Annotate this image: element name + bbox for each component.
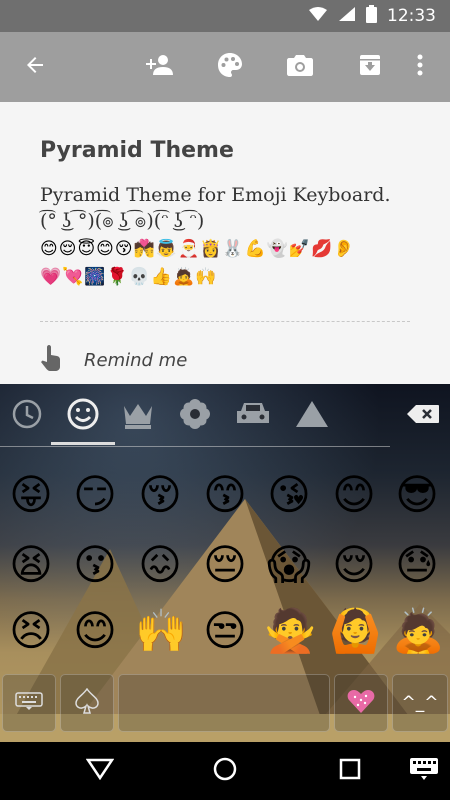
archive-button[interactable] xyxy=(352,49,388,85)
emoji-key[interactable]: 😒 xyxy=(200,606,250,656)
backspace-button[interactable] xyxy=(398,394,448,438)
emoji-key[interactable]: 😗 xyxy=(70,540,120,590)
note-emoji-line: 💗💘🎆🌹💀👍🙇🙌 xyxy=(40,267,218,286)
more-vert-icon xyxy=(417,54,423,81)
square-icon xyxy=(339,758,361,785)
places-tab[interactable] xyxy=(231,394,275,438)
note-editor: Pyramid Theme Pyramid Theme for Emoji Ke… xyxy=(0,102,450,384)
emoji-key[interactable]: 😣 xyxy=(6,606,56,656)
circle-icon xyxy=(212,756,238,787)
note-body-line: Pyramid Theme for Emoji Keyboard. xyxy=(40,184,391,206)
emoji-key[interactable]: 😚 xyxy=(135,470,185,520)
emoji-key[interactable]: 😝 xyxy=(6,470,56,520)
backspace-icon xyxy=(406,404,440,429)
divider xyxy=(40,321,410,322)
sparkle-heart-icon xyxy=(347,688,375,719)
nav-back-button[interactable] xyxy=(82,753,118,789)
arrow-back-icon xyxy=(23,53,47,82)
objects-tab[interactable] xyxy=(116,394,160,438)
space-bar[interactable] xyxy=(118,674,330,732)
keyboard-bottom-row: ^_^ xyxy=(0,674,450,742)
triangle-icon xyxy=(295,399,329,434)
signal-icon xyxy=(338,6,356,27)
triangle-down-icon xyxy=(85,758,115,785)
emoji-key[interactable]: 😖 xyxy=(135,540,185,590)
emoji-key[interactable]: 😎 xyxy=(392,470,442,520)
emoji-key[interactable]: 🙆 xyxy=(329,606,381,656)
emoji-key[interactable]: 😊 xyxy=(329,470,379,520)
archive-icon xyxy=(358,53,382,82)
smiley-icon xyxy=(66,397,100,436)
remind-me-label: Remind me xyxy=(84,349,188,371)
keyboard-icon xyxy=(409,757,439,786)
nav-recents-button[interactable] xyxy=(332,753,368,789)
emoji-key[interactable]: 😙 xyxy=(200,470,250,520)
palette-icon xyxy=(217,52,243,83)
theme-button[interactable] xyxy=(60,674,114,732)
emoji-key[interactable]: 😓 xyxy=(392,540,442,590)
emoji-category-tabs xyxy=(0,384,450,462)
note-title[interactable]: Pyramid Theme xyxy=(40,138,234,163)
person-add-icon xyxy=(145,53,175,82)
symbols-tab[interactable] xyxy=(290,394,334,438)
emoji-key[interactable]: 😏 xyxy=(70,470,120,520)
emoji-key[interactable]: 😱 xyxy=(264,540,314,590)
flower-icon xyxy=(179,398,211,435)
spade-icon xyxy=(75,687,99,719)
status-bar: 12:33 xyxy=(0,0,450,32)
back-button[interactable] xyxy=(17,49,53,85)
tab-underline xyxy=(0,446,390,447)
smileys-tab[interactable] xyxy=(51,394,115,445)
nature-tab[interactable] xyxy=(173,394,217,438)
car-icon xyxy=(235,401,271,432)
emoji-key[interactable]: 🙌 xyxy=(135,606,187,656)
camera-icon xyxy=(287,54,313,81)
share-collaborator-button[interactable] xyxy=(142,49,178,85)
recent-tab[interactable] xyxy=(5,394,49,438)
remind-me-button[interactable]: Remind me xyxy=(40,342,187,378)
more-options-button[interactable] xyxy=(402,49,438,85)
note-body-line: (͡° ͜ʖ ͡°)(͡๏ ͜ʖ ͡๏)(͡ᵔ ͜ʖ ͡ᵔ) xyxy=(40,210,205,232)
crown-icon xyxy=(120,398,156,435)
emoji-art-button[interactable] xyxy=(334,674,388,732)
wifi-icon xyxy=(308,6,328,27)
color-button[interactable] xyxy=(212,49,248,85)
emoji-key[interactable]: 😘 xyxy=(264,470,314,520)
emoji-key[interactable]: 😌 xyxy=(329,540,379,590)
emoji-key[interactable]: 😫 xyxy=(6,540,56,590)
switch-to-keyboard-button[interactable] xyxy=(2,674,56,732)
note-emoji-line: 😊😌😇😊😚💏👼🎅👸🐰💪👻💅💋👂 xyxy=(40,239,356,258)
battery-icon xyxy=(366,4,377,28)
nav-keyboard-button[interactable] xyxy=(406,753,442,789)
emoji-key[interactable]: 🙅 xyxy=(264,606,316,656)
status-time: 12:33 xyxy=(387,6,436,26)
emoji-keyboard: 😝 😏 😚 😙 😘 😊 😎 😫 😗 😖 😔 😱 😌 😓 😣 😊 🙌 😒 🙅 🙆 … xyxy=(0,384,450,742)
emoji-key[interactable]: 😔 xyxy=(200,540,250,590)
nav-home-button[interactable] xyxy=(207,753,243,789)
keyboard-icon xyxy=(15,691,43,715)
emoji-key[interactable]: 😊 xyxy=(70,606,120,656)
emoticon-button[interactable]: ^_^ xyxy=(392,674,448,732)
emoji-key[interactable]: 🙇 xyxy=(392,606,444,656)
clock-icon xyxy=(11,398,43,435)
navigation-bar xyxy=(0,742,450,800)
reminder-hand-icon xyxy=(40,344,62,376)
note-body[interactable]: Pyramid Theme for Emoji Keyboard. (͡° ͜ʖ… xyxy=(40,182,420,234)
camera-button[interactable] xyxy=(282,49,318,85)
note-toolbar xyxy=(0,32,450,102)
